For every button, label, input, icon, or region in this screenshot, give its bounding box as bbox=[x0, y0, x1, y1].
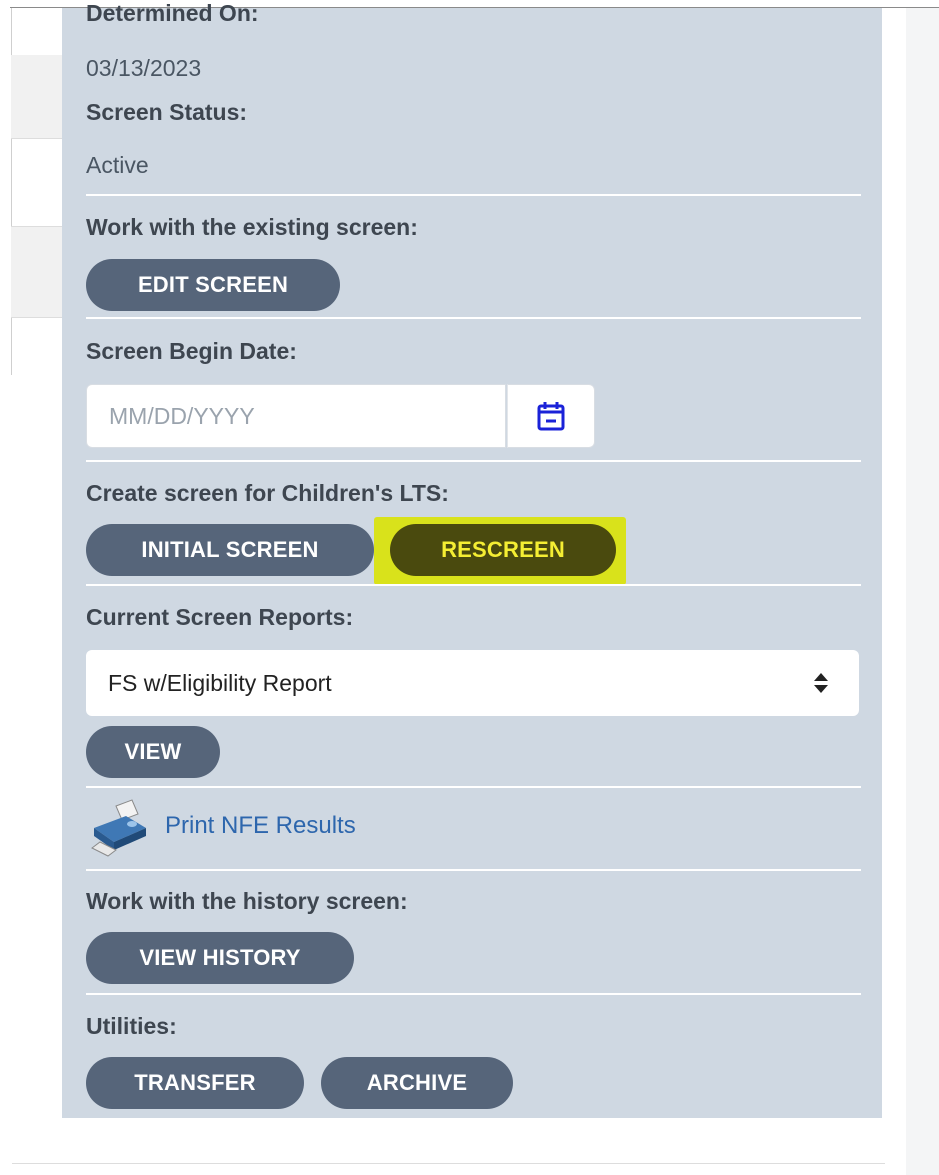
utilities-label: Utilities: bbox=[86, 1013, 177, 1039]
report-select-value: FS w/Eligibility Report bbox=[108, 669, 332, 696]
report-select[interactable]: FS w/Eligibility Report bbox=[86, 650, 859, 716]
begin-date-placeholder: MM/DD/YYYY bbox=[109, 402, 255, 429]
printer-icon bbox=[91, 799, 146, 857]
current-reports-label: Current Screen Reports: bbox=[86, 604, 354, 630]
transfer-button[interactable]: TRANSFER bbox=[86, 1057, 304, 1109]
begin-date-input[interactable]: MM/DD/YYYY bbox=[86, 384, 506, 448]
existing-screen-label: Work with the existing screen: bbox=[86, 214, 418, 240]
initial-screen-button[interactable]: INITIAL SCREEN bbox=[86, 524, 374, 576]
right-gutter bbox=[906, 8, 939, 1175]
screen-status-value: Active bbox=[86, 152, 149, 178]
children-lts-label: Create screen for Children's LTS: bbox=[86, 480, 449, 506]
view-history-button[interactable]: VIEW HISTORY bbox=[86, 932, 354, 984]
view-button[interactable]: VIEW bbox=[86, 726, 220, 778]
sort-arrows-icon bbox=[814, 673, 828, 693]
archive-button[interactable]: ARCHIVE bbox=[321, 1057, 513, 1109]
section-divider bbox=[86, 993, 861, 995]
history-label: Work with the history screen: bbox=[86, 888, 408, 914]
print-nfe-results-link[interactable]: Print NFE Results bbox=[165, 812, 356, 840]
section-divider bbox=[86, 194, 861, 196]
begin-date-label: Screen Begin Date: bbox=[86, 338, 297, 364]
section-divider bbox=[86, 584, 861, 586]
rescreen-button[interactable]: RESCREEN bbox=[390, 524, 616, 576]
section-divider bbox=[86, 869, 861, 871]
edit-screen-button[interactable]: EDIT SCREEN bbox=[86, 259, 340, 311]
determined-on-label: Determined On: bbox=[86, 0, 259, 26]
calendar-button[interactable] bbox=[507, 384, 595, 448]
determined-on-value: 03/13/2023 bbox=[86, 55, 202, 81]
section-divider bbox=[86, 786, 861, 788]
calendar-icon bbox=[537, 402, 565, 431]
section-divider bbox=[86, 317, 861, 319]
bottom-divider bbox=[12, 1163, 885, 1164]
screen-status-label: Screen Status: bbox=[86, 99, 248, 125]
left-table-row bbox=[11, 55, 63, 139]
section-divider bbox=[86, 460, 861, 462]
left-table-row bbox=[11, 226, 63, 318]
